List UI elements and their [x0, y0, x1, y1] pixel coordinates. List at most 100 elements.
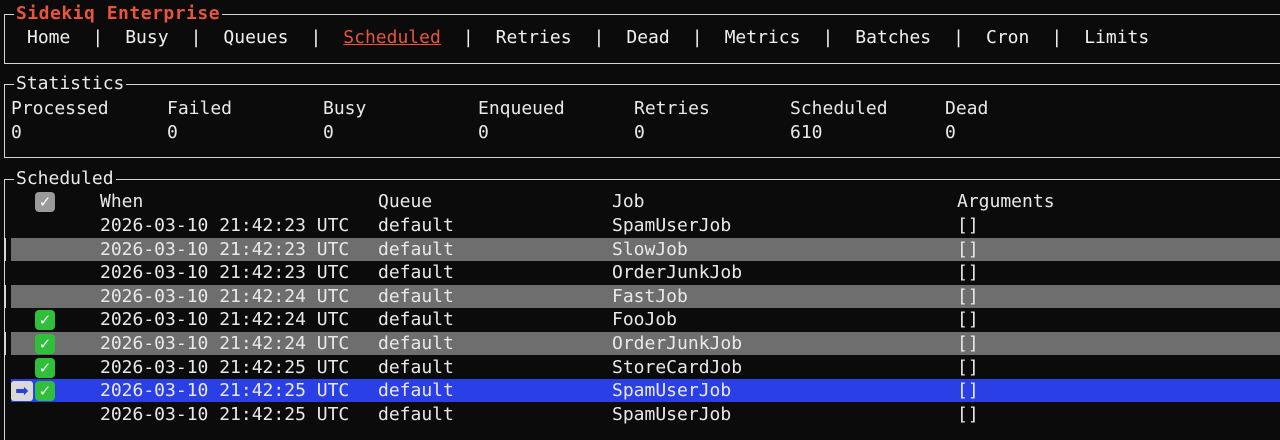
cell-job: FooJob [612, 309, 678, 330]
row-checkbox-checked-icon[interactable]: ✓ [35, 334, 55, 354]
nav-item-cron[interactable]: Cron [986, 27, 1029, 48]
stat-label: Scheduled [790, 98, 888, 119]
cell-args: [] [957, 215, 979, 236]
cell-when: 2026-03-10 21:42:24 UTC [100, 309, 350, 330]
cell-when: 2026-03-10 21:42:24 UTC [100, 286, 350, 307]
table-row[interactable]: 2026-03-10 21:42:23 UTC default SlowJob [] [11, 238, 1280, 261]
cell-queue: default [378, 380, 454, 401]
nav-item-retries[interactable]: Retries [496, 27, 572, 48]
stat-label: Retries [634, 98, 710, 119]
nav-separator: | [593, 27, 605, 48]
row-border [4, 285, 6, 308]
table-row[interactable]: ➡ ✓ 2026-03-10 21:42:25 UTC default SpamUser… [11, 379, 1280, 402]
stat-scheduled: Scheduled 610 [790, 97, 888, 145]
table-row[interactable]: 2026-03-10 21:42:25 UTC default SpamUserJo… [11, 403, 1280, 426]
column-header-queue[interactable]: Queue [378, 191, 432, 213]
nav-item-batches[interactable]: Batches [855, 27, 931, 48]
nav-separator: | [953, 27, 964, 48]
cell-queue: default [378, 357, 454, 378]
stat-label: Failed [167, 98, 233, 119]
stat-failed: Failed 0 [167, 97, 232, 145]
cell-job: SpamUserJob [612, 380, 732, 401]
scheduled-title: Scheduled [14, 167, 116, 191]
stat-retries: Retries 0 [634, 97, 710, 145]
cell-when: 2026-03-10 21:42:24 UTC [100, 333, 350, 354]
row-border [4, 238, 6, 261]
cell-args: [] [957, 262, 979, 283]
stat-label: Enqueued [478, 98, 565, 119]
cell-args: [] [957, 380, 979, 401]
cell-when: 2026-03-10 21:42:23 UTC [100, 239, 350, 260]
stat-value: 0 [167, 122, 178, 143]
cell-job: SpamUserJob [612, 404, 732, 425]
cell-queue: default [378, 309, 454, 330]
stat-label: Dead [945, 98, 989, 119]
statistics-panel: Statistics Processed 0 Failed 0 Busy 0 Enqueue… [4, 72, 1280, 158]
nav-item-scheduled[interactable]: Scheduled [343, 27, 441, 48]
cell-job: OrderJunkJob [612, 262, 743, 283]
app-title: Sidekiq Enterprise [16, 3, 221, 24]
table-row[interactable]: 2026-03-10 21:42:24 UTC default FastJob [] [11, 285, 1280, 308]
cell-when: 2026-03-10 21:42:23 UTC [100, 262, 350, 283]
nav-item-busy[interactable]: Busy [125, 27, 168, 48]
table-row[interactable]: ✓ 2026-03-10 21:42:24 UTC default FooJob [] [11, 308, 1280, 331]
cell-args: [] [957, 333, 979, 354]
cell-queue: default [378, 215, 454, 236]
nav-item-queues[interactable]: Queues [223, 27, 288, 48]
cell-when: 2026-03-10 21:42:25 UTC [100, 357, 350, 378]
stat-value: 0 [945, 122, 956, 143]
stat-label: Processed [11, 98, 109, 119]
stat-value: 610 [790, 122, 823, 143]
nav-item-limits[interactable]: Limits [1084, 27, 1149, 48]
stat-label: Busy [323, 98, 367, 119]
column-header-job[interactable]: Job [612, 191, 645, 213]
row-checkbox-checked-icon[interactable]: ✓ [35, 358, 55, 378]
cell-job: FastJob [612, 286, 688, 307]
select-all-checkbox-icon[interactable]: ✓ [35, 192, 55, 212]
nav-separator: | [92, 27, 104, 48]
statistics-title: Statistics [14, 72, 127, 96]
cell-when: 2026-03-10 21:42:25 UTC [100, 380, 350, 401]
cell-args: [] [957, 357, 979, 378]
app-title-container: Sidekiq Enterprise [14, 2, 223, 26]
cell-args: [] [957, 309, 979, 330]
stat-dead: Dead 0 [945, 97, 988, 145]
cell-args: [] [957, 239, 979, 260]
row-border [4, 332, 6, 355]
column-header-arguments[interactable]: Arguments [957, 191, 1055, 213]
nav-separator: | [1051, 27, 1063, 48]
table-row[interactable]: ✓ 2026-03-10 21:42:25 UTC default StoreCard… [11, 356, 1280, 379]
cell-job: SpamUserJob [612, 215, 732, 236]
cell-job: StoreCardJob [612, 357, 743, 378]
cell-queue: default [378, 404, 454, 425]
stat-value: 0 [478, 122, 489, 143]
cell-when: 2026-03-10 21:42:25 UTC [100, 404, 350, 425]
nav-separator: | [190, 27, 202, 48]
stat-value: 0 [634, 122, 645, 143]
stat-enqueued: Enqueued 0 [478, 97, 565, 145]
nav-bar: Home | Busy | Queues | Scheduled | Retries | Dead |… [27, 27, 1149, 48]
stat-value: 0 [11, 122, 22, 143]
cell-args: [] [957, 286, 979, 307]
stat-busy: Busy 0 [323, 97, 366, 145]
table-row[interactable]: 2026-03-10 21:42:23 UTC default SpamUserJo… [11, 214, 1280, 237]
nav-separator: | [822, 27, 834, 48]
column-header-when[interactable]: When [100, 191, 143, 213]
table-row[interactable]: 2026-03-10 21:42:23 UTC default OrderJunkJ… [11, 261, 1280, 284]
cell-when: 2026-03-10 21:42:23 UTC [100, 215, 350, 236]
nav-separator: | [462, 27, 474, 48]
row-checkbox-checked-icon[interactable]: ✓ [35, 310, 55, 330]
cell-queue: default [378, 239, 454, 260]
cell-queue: default [378, 262, 454, 283]
nav-item-metrics[interactable]: Metrics [725, 27, 801, 48]
cell-args: [] [957, 404, 979, 425]
nav-separator: | [310, 27, 322, 48]
table-row[interactable]: ✓ 2026-03-10 21:42:24 UTC default OrderJunk… [11, 332, 1280, 355]
cell-queue: default [378, 286, 454, 307]
row-checkbox-checked-icon[interactable]: ✓ [35, 381, 55, 401]
cell-job: SlowJob [612, 239, 688, 260]
nav-item-home[interactable]: Home [27, 27, 70, 48]
cursor-arrow-icon: ➡ [11, 381, 33, 401]
nav-item-dead[interactable]: Dead [626, 27, 669, 48]
cell-job: OrderJunkJob [612, 333, 743, 354]
